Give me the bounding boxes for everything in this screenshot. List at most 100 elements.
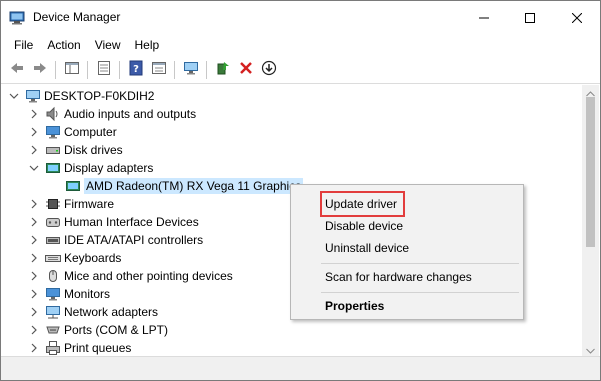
download-toolbar-button[interactable] xyxy=(257,59,280,81)
tree-item-label: Audio inputs and outputs xyxy=(64,107,197,121)
tree-item-audio[interactable]: Audio inputs and outputs xyxy=(27,105,196,123)
tree-item-amd-radeon[interactable]: AMD Radeon(TM) RX Vega 11 Graphics xyxy=(47,177,304,195)
expand-chevron-icon[interactable] xyxy=(27,303,41,321)
properties-pane-icon xyxy=(64,60,80,79)
window-title: Device Manager xyxy=(33,10,121,24)
expand-chevron-icon[interactable] xyxy=(27,321,41,339)
status-bar xyxy=(1,356,600,380)
back-button[interactable] xyxy=(5,59,28,81)
monitor-scan-icon xyxy=(183,60,199,79)
menu-view[interactable]: View xyxy=(88,35,128,55)
vertical-scrollbar[interactable] xyxy=(582,85,599,356)
menu-action[interactable]: Action xyxy=(40,35,87,55)
tree-item-label: Firmware xyxy=(64,197,114,211)
firmware-icon xyxy=(45,196,61,212)
expand-chevron-icon[interactable] xyxy=(27,267,41,285)
expand-chevron-icon[interactable] xyxy=(27,213,41,231)
close-button[interactable] xyxy=(554,1,600,34)
back-arrow-icon xyxy=(9,60,25,79)
expand-chevron-icon[interactable] xyxy=(27,141,41,159)
hid-icon xyxy=(45,214,61,230)
expand-chevron-icon[interactable] xyxy=(27,231,41,249)
expand-chevron-icon[interactable] xyxy=(27,195,41,213)
device-manager-window: Device Manager File Action View Help ? D… xyxy=(0,0,601,381)
network-adapter-icon xyxy=(45,304,61,320)
update-driver-toolbar-button[interactable] xyxy=(211,59,234,81)
display-adapter-icon xyxy=(45,160,61,176)
expand-chevron-icon[interactable] xyxy=(27,285,41,303)
toolbar-separator xyxy=(206,60,207,79)
printer-icon xyxy=(45,340,61,356)
scan-hardware-button[interactable] xyxy=(179,59,202,81)
collapse-chevron-icon[interactable] xyxy=(7,87,21,105)
tree-item-label: Human Interface Devices xyxy=(64,215,199,229)
tree-item-label: Network adapters xyxy=(64,305,159,319)
monitor-icon xyxy=(45,286,61,302)
tree-item-display-adapters[interactable]: Display adapters xyxy=(27,159,153,177)
title-bar[interactable]: Device Manager xyxy=(1,1,600,34)
list-view-button[interactable] xyxy=(92,59,115,81)
expand-chevron-icon[interactable] xyxy=(27,105,41,123)
tree-item-monitors[interactable]: Monitors xyxy=(27,285,110,303)
tree-item-keyboards[interactable]: Keyboards xyxy=(27,249,121,267)
tree-item-label: Computer xyxy=(64,125,117,139)
tree-item-ide[interactable]: IDE ATA/ATAPI controllers xyxy=(27,231,203,249)
menu-file[interactable]: File xyxy=(7,35,40,55)
computer-icon xyxy=(45,124,61,140)
maximize-button[interactable] xyxy=(507,1,553,34)
scrollbar-thumb[interactable] xyxy=(586,97,595,247)
toolbar-separator xyxy=(87,60,88,79)
tree-item-label: Ports (COM & LPT) xyxy=(64,323,169,337)
list-view-icon xyxy=(96,60,112,79)
uninstall-x-icon xyxy=(238,60,254,79)
tree-item-label: Disk drives xyxy=(64,143,123,157)
tree-item-label: Keyboards xyxy=(64,251,122,265)
ide-controller-icon xyxy=(45,232,61,248)
tree-item-disk-drives[interactable]: Disk drives xyxy=(27,141,123,159)
tree-item-ports[interactable]: Ports (COM & LPT) xyxy=(27,321,168,339)
tree-item-label: AMD Radeon(TM) RX Vega 11 Graphics xyxy=(84,178,304,194)
show-hide-console-tree-button[interactable] xyxy=(60,59,83,81)
tree-item-label: Print queues xyxy=(64,341,132,355)
expand-chevron-icon[interactable] xyxy=(27,339,41,356)
update-driver-icon xyxy=(215,60,231,79)
toolbar: ? xyxy=(1,56,600,84)
computer-icon xyxy=(25,88,41,104)
device-manager-icon xyxy=(9,10,25,26)
tree-root-label: DESKTOP-F0KDIH2 xyxy=(44,89,155,103)
download-icon xyxy=(261,60,277,79)
tree-item-label: Mice and other pointing devices xyxy=(64,269,233,283)
context-menu-disable-device[interactable]: Disable device xyxy=(325,217,403,235)
help-icon: ? xyxy=(128,60,144,79)
tree-item-mice[interactable]: Mice and other pointing devices xyxy=(27,267,233,285)
help-button[interactable]: ? xyxy=(124,59,147,81)
minimize-button[interactable] xyxy=(461,1,507,34)
menu-help[interactable]: Help xyxy=(128,35,167,55)
context-menu-uninstall-device[interactable]: Uninstall device xyxy=(325,239,409,257)
context-menu-scan-hardware[interactable]: Scan for hardware changes xyxy=(325,268,472,286)
display-adapter-icon xyxy=(65,178,81,194)
context-menu-separator xyxy=(321,263,519,264)
forward-arrow-icon xyxy=(32,60,48,79)
details-view-button[interactable] xyxy=(147,59,170,81)
uninstall-device-toolbar-button[interactable] xyxy=(234,59,257,81)
forward-button[interactable] xyxy=(28,59,51,81)
disk-drive-icon xyxy=(45,142,61,158)
context-menu-update-driver[interactable]: Update driver xyxy=(325,195,397,213)
collapse-chevron-icon[interactable] xyxy=(27,159,41,177)
expand-chevron-icon[interactable] xyxy=(27,249,41,267)
tree-item-hid[interactable]: Human Interface Devices xyxy=(27,213,199,231)
tree-item-firmware[interactable]: Firmware xyxy=(27,195,114,213)
expand-chevron-icon[interactable] xyxy=(27,123,41,141)
tree-item-print-queues[interactable]: Print queues xyxy=(27,339,131,356)
details-view-icon xyxy=(151,60,167,79)
port-icon xyxy=(45,322,61,338)
tree-root[interactable]: DESKTOP-F0KDIH2 xyxy=(7,87,154,105)
tree-item-network-adapters[interactable]: Network adapters xyxy=(27,303,158,321)
tree-item-computer[interactable]: Computer xyxy=(27,123,117,141)
toolbar-separator xyxy=(55,60,56,79)
svg-text:?: ? xyxy=(133,64,139,75)
toolbar-separator xyxy=(119,60,120,79)
context-menu-properties[interactable]: Properties xyxy=(325,297,384,315)
